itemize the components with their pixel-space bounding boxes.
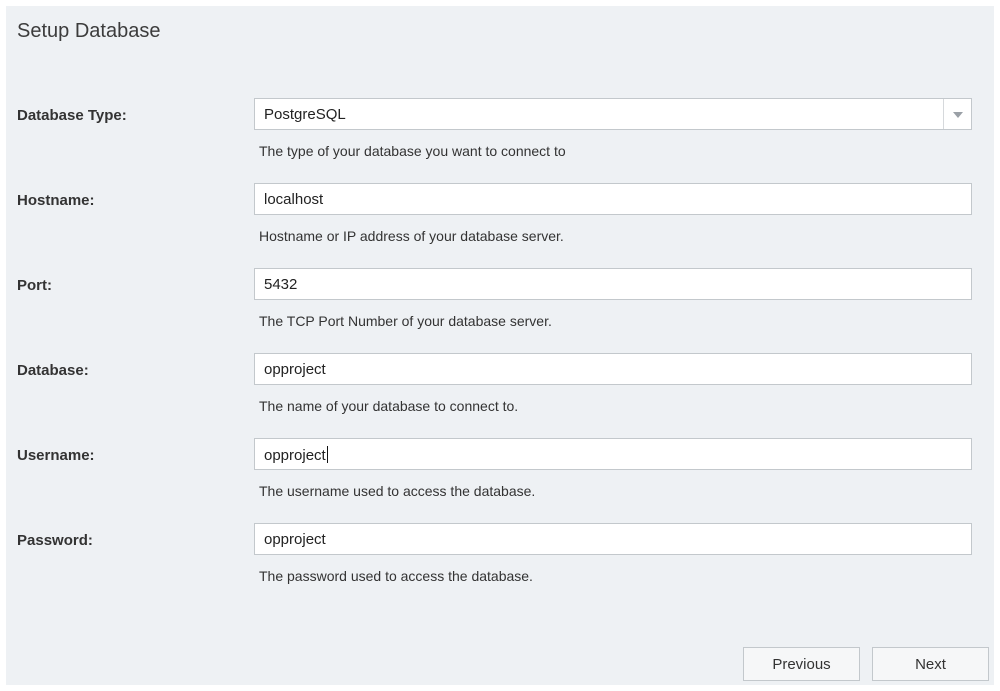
hostname-input[interactable]: localhost [254,183,972,215]
previous-button[interactable]: Previous [743,647,860,681]
database-type-hint: The type of your database you want to co… [259,143,566,159]
port-input[interactable]: 5432 [254,268,972,300]
username-label: Username: [17,447,95,464]
database-type-select[interactable]: PostgreSQL [254,98,972,130]
database-value: opproject [264,361,326,378]
chevron-down-icon[interactable] [943,99,971,129]
port-hint: The TCP Port Number of your database ser… [259,313,552,329]
database-hint: The name of your database to connect to. [259,398,519,414]
hostname-value: localhost [264,191,324,208]
username-value: opproject [264,447,326,464]
text-cursor [326,446,328,463]
database-label: Database: [17,362,89,379]
password-input[interactable]: opproject [254,523,972,555]
database-type-value: PostgreSQL [264,106,346,123]
username-input[interactable]: opproject [254,438,972,470]
password-hint: The password used to access the database… [259,568,533,584]
database-type-label: Database Type: [17,107,127,124]
password-label: Password: [17,532,93,549]
hostname-label: Hostname: [17,192,95,209]
port-value: 5432 [264,276,298,293]
username-hint: The username used to access the database… [259,483,536,499]
port-label: Port: [17,277,52,294]
database-input[interactable]: opproject [254,353,972,385]
page-title: Setup Database [17,20,161,42]
setup-database-panel: Setup Database Database Type: PostgreSQL… [6,6,994,685]
next-button[interactable]: Next [872,647,989,681]
password-value: opproject [264,531,326,548]
hostname-hint: Hostname or IP address of your database … [259,228,564,244]
